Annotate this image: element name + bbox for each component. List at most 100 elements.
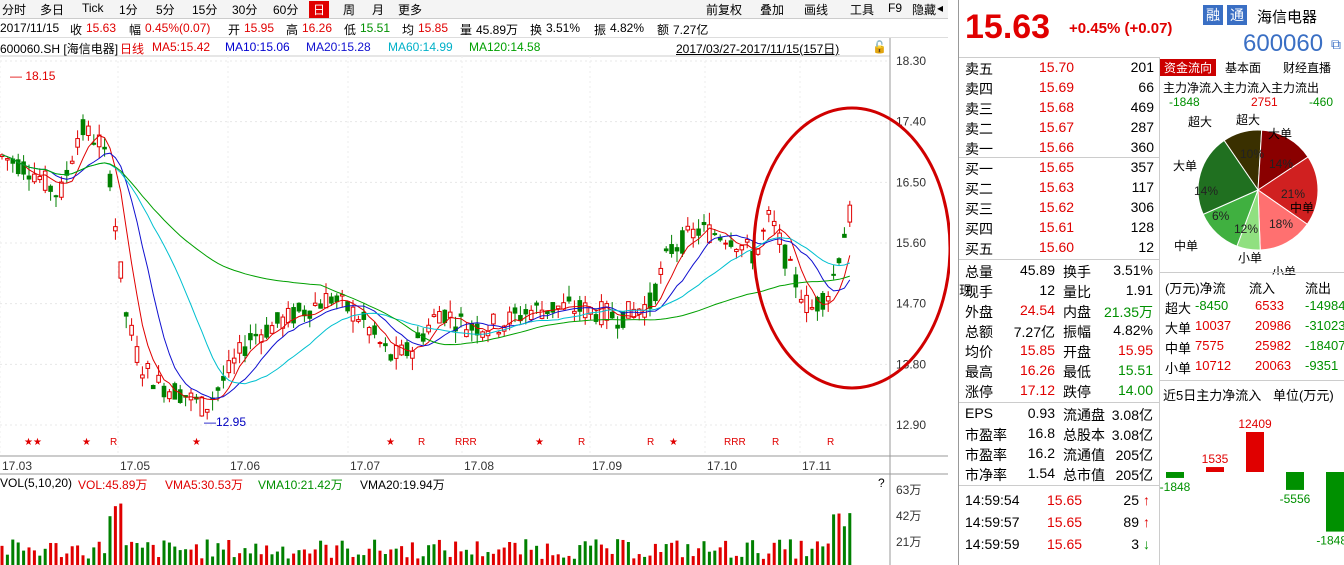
candle-body (696, 228, 701, 236)
connect-badge[interactable]: 通 (1227, 5, 1247, 25)
tab-5min[interactable]: 5分 (156, 1, 175, 18)
bid-volume: 306 (1130, 199, 1154, 215)
ma120-label: MA120:14.58 (469, 40, 541, 54)
volume-bar (205, 539, 209, 565)
candle-body (458, 313, 464, 317)
volume-bar (394, 548, 398, 565)
tab-day[interactable]: 日 (309, 1, 330, 18)
volume-bar (421, 556, 425, 565)
tab-tick[interactable]: Tick (82, 1, 104, 15)
volume-bar (405, 557, 409, 565)
candle-body (712, 233, 718, 236)
tab-multi-day[interactable]: 多日 (40, 1, 64, 18)
stat-value: 14.00 (1117, 382, 1153, 398)
ma10-line (1, 152, 851, 400)
tab-week[interactable]: 周 (343, 1, 355, 18)
ma20-label: MA20:15.28 (306, 40, 371, 54)
ma-legend: 600060.SH [海信电器] 日线 MA5:15.42 MA10:15.06… (0, 38, 890, 56)
volume-bar (194, 544, 198, 565)
volume-bar (65, 553, 69, 565)
tab-fund-flow[interactable]: 资金流向 (1160, 59, 1217, 76)
month-label: 17.05 (120, 459, 150, 473)
hide-button[interactable]: 隐藏 (912, 1, 936, 18)
chart-marker: ★ (535, 437, 544, 448)
chart-marker: ★★ (24, 437, 42, 448)
candle-body (512, 307, 518, 314)
bid-price: 15.60 (1039, 239, 1075, 255)
candle-body (318, 303, 323, 309)
candle-body (491, 313, 496, 325)
candle-body (323, 293, 329, 309)
ma10-label: MA10:15.06 (225, 40, 290, 54)
ma5-label: MA5:15.42 (152, 40, 211, 54)
tab-60min[interactable]: 60分 (273, 1, 298, 18)
margin-badge[interactable]: 融 (1203, 5, 1223, 25)
tab-15min[interactable]: 15分 (192, 1, 217, 18)
candle-body (329, 296, 334, 304)
lock-icon[interactable]: 🔓 (872, 40, 887, 54)
draw-button[interactable]: 画线 (804, 1, 828, 18)
quote-close: 15.63 (86, 21, 117, 35)
candle-body (809, 307, 815, 310)
flow-row-in: 25982 (1255, 338, 1292, 353)
five-day-value: -1848 (1160, 480, 1191, 494)
stat-label: 内盘 (1063, 304, 1091, 320)
volume-bar (680, 557, 684, 565)
stat-label: 总额 (965, 324, 993, 340)
f9-button[interactable]: F9 (888, 1, 902, 15)
candle-body (177, 389, 183, 403)
candles (0, 114, 853, 420)
tab-live[interactable]: 财经直播 (1283, 59, 1331, 76)
price-change: +0.45% (+0.07) (1069, 20, 1173, 37)
tab-more[interactable]: 更多 (398, 1, 422, 18)
fin-label: 流通值 (1063, 447, 1105, 463)
tab-month[interactable]: 月 (372, 1, 384, 18)
volume-bar (481, 556, 485, 565)
five-day-chart: -1848 1535 12409 -5556 -18487 (1160, 417, 1344, 548)
volume-bar (340, 540, 344, 565)
volume-bar (113, 506, 117, 565)
quote-turn: 3.51% (546, 21, 581, 35)
volume-bar (97, 541, 101, 565)
adjust-button[interactable]: 前复权 (706, 1, 742, 18)
ask-price: 15.66 (1039, 139, 1075, 155)
candle-body (42, 170, 48, 191)
candle-body (140, 374, 145, 379)
price-tick: 15.60 (896, 236, 926, 250)
flow-row-in: 6533 (1255, 298, 1284, 313)
volume-bar (86, 558, 90, 565)
vma20-label: VMA20:19.94万 (360, 478, 445, 492)
copy-icon[interactable]: ⧉ (1331, 36, 1341, 53)
volume-bar (664, 544, 668, 565)
month-label: 17.10 (707, 459, 737, 473)
volume-bar (54, 543, 58, 565)
tab-30min[interactable]: 30分 (232, 1, 257, 18)
bid-label: 买三 (965, 201, 993, 217)
tab-fundamentals[interactable]: 基本面 (1225, 59, 1261, 76)
help-icon[interactable]: ? (878, 476, 885, 490)
ask-label: 卖一 (965, 141, 993, 157)
volume-bar (437, 539, 441, 565)
candle-body (75, 138, 80, 148)
tab-1min[interactable]: 1分 (119, 1, 138, 18)
fin-value: 0.93 (1027, 405, 1055, 421)
volume-bar (367, 548, 371, 565)
candle-body (685, 225, 691, 231)
candle-body (86, 125, 91, 137)
stat-value: 45.89 (1019, 262, 1055, 278)
stat-value: 7.27亿 (1013, 324, 1055, 340)
date-range-label[interactable]: 2017/03/27-2017/11/15(157日) (676, 40, 839, 57)
candle-body (761, 229, 766, 232)
volume-bar (346, 548, 350, 565)
fin-label: EPS (965, 405, 994, 421)
overlay-button[interactable]: 叠加 (760, 1, 784, 18)
candle-body (226, 360, 232, 374)
fin-label: 流通盘 (1063, 407, 1105, 423)
collapse-icon[interactable]: ◂ (937, 1, 943, 15)
tab-fenshi[interactable]: 分时 (2, 1, 26, 18)
fin-value: 205亿 (1115, 447, 1153, 463)
pie-label: 中单 (1174, 238, 1198, 253)
tools-button[interactable]: 工具 (850, 1, 874, 18)
candle-body (37, 175, 43, 181)
pie-percent: 14% (1269, 157, 1293, 171)
